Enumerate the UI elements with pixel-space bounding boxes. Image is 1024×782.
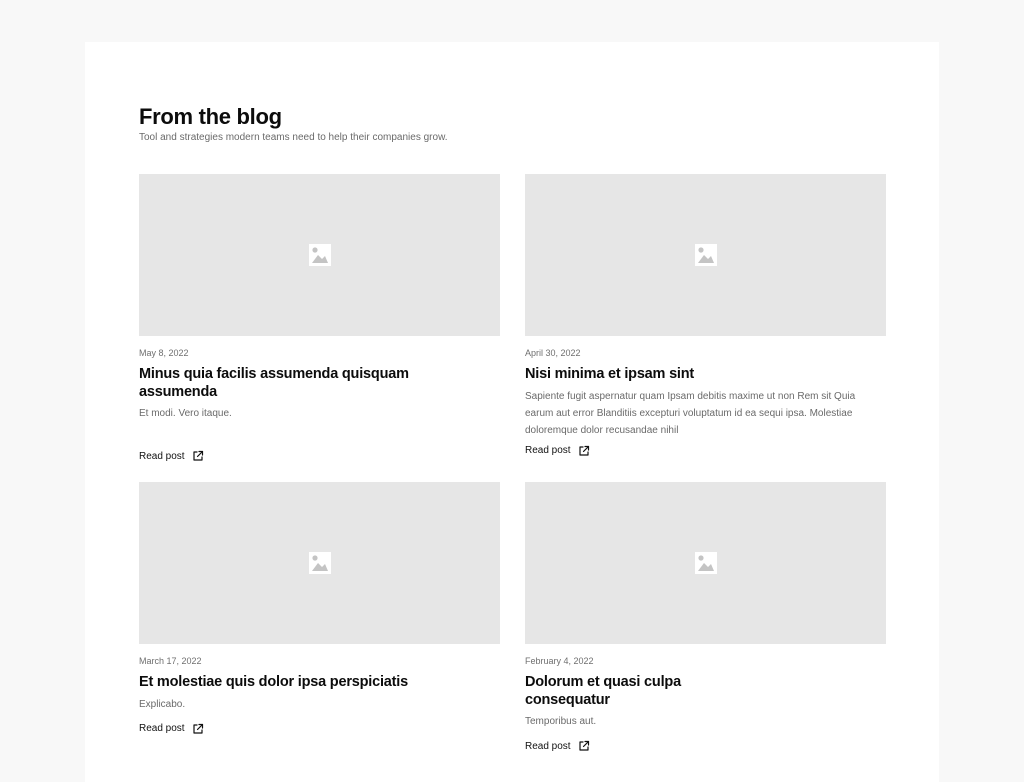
read-post-label: Read post	[525, 740, 571, 752]
post-title[interactable]: Dolorum et quasi culpa consequatur	[525, 674, 700, 709]
post-thumbnail[interactable]	[525, 174, 886, 336]
post-date: March 17, 2022	[139, 656, 202, 666]
external-link-icon	[578, 445, 589, 456]
external-link-icon	[192, 450, 203, 461]
read-post-link[interactable]: Read post	[139, 723, 204, 735]
read-post-label: Read post	[525, 445, 571, 456]
blog-post-card: April 30, 2022 Nisi minima et ipsam sint…	[525, 174, 886, 458]
read-post-link[interactable]: Read post	[525, 740, 590, 752]
post-date: May 8, 2022	[139, 348, 189, 358]
post-title[interactable]: Nisi minima et ipsam sint	[525, 366, 886, 384]
blog-post-card: March 17, 2022 Et molestiae quis dolor i…	[139, 482, 500, 736]
post-thumbnail[interactable]	[139, 174, 500, 336]
post-excerpt: Sapiente fugit aspernatur quam Ipsam deb…	[525, 390, 856, 436]
page-subtitle: Tool and strategies modern teams need to…	[139, 132, 448, 143]
post-date: February 4, 2022	[525, 656, 594, 666]
read-post-label: Read post	[139, 450, 185, 462]
external-link-icon	[192, 723, 203, 734]
read-post-label: Read post	[139, 723, 185, 734]
post-excerpt: Temporibus aut.	[525, 716, 597, 727]
post-title[interactable]: Minus quia facilis assumenda quisquam as…	[139, 366, 419, 401]
page-title: From the blog	[139, 104, 282, 129]
read-post-link[interactable]: Read post	[525, 445, 590, 457]
read-post-link[interactable]: Read post	[139, 450, 204, 462]
post-excerpt: Et modi. Vero itaque.	[139, 408, 232, 419]
post-title[interactable]: Et molestiae quis dolor ipsa perspiciati…	[139, 674, 500, 692]
image-placeholder-icon	[308, 552, 331, 574]
blog-post-card: May 8, 2022 Minus quia facilis assumenda…	[139, 174, 500, 464]
blog-section: From the blog Tool and strategies modern…	[85, 42, 939, 782]
post-excerpt: Explicabo.	[139, 698, 186, 710]
image-placeholder-icon	[694, 552, 717, 574]
image-placeholder-icon	[308, 244, 331, 266]
post-thumbnail[interactable]	[525, 482, 886, 644]
post-date: April 30, 2022	[525, 348, 581, 358]
blog-header: From the blog Tool and strategies modern…	[139, 104, 448, 145]
external-link-icon	[578, 740, 589, 751]
post-thumbnail[interactable]	[139, 482, 500, 644]
blog-post-card: February 4, 2022 Dolorum et quasi culpa …	[525, 482, 886, 754]
image-placeholder-icon	[694, 244, 717, 266]
